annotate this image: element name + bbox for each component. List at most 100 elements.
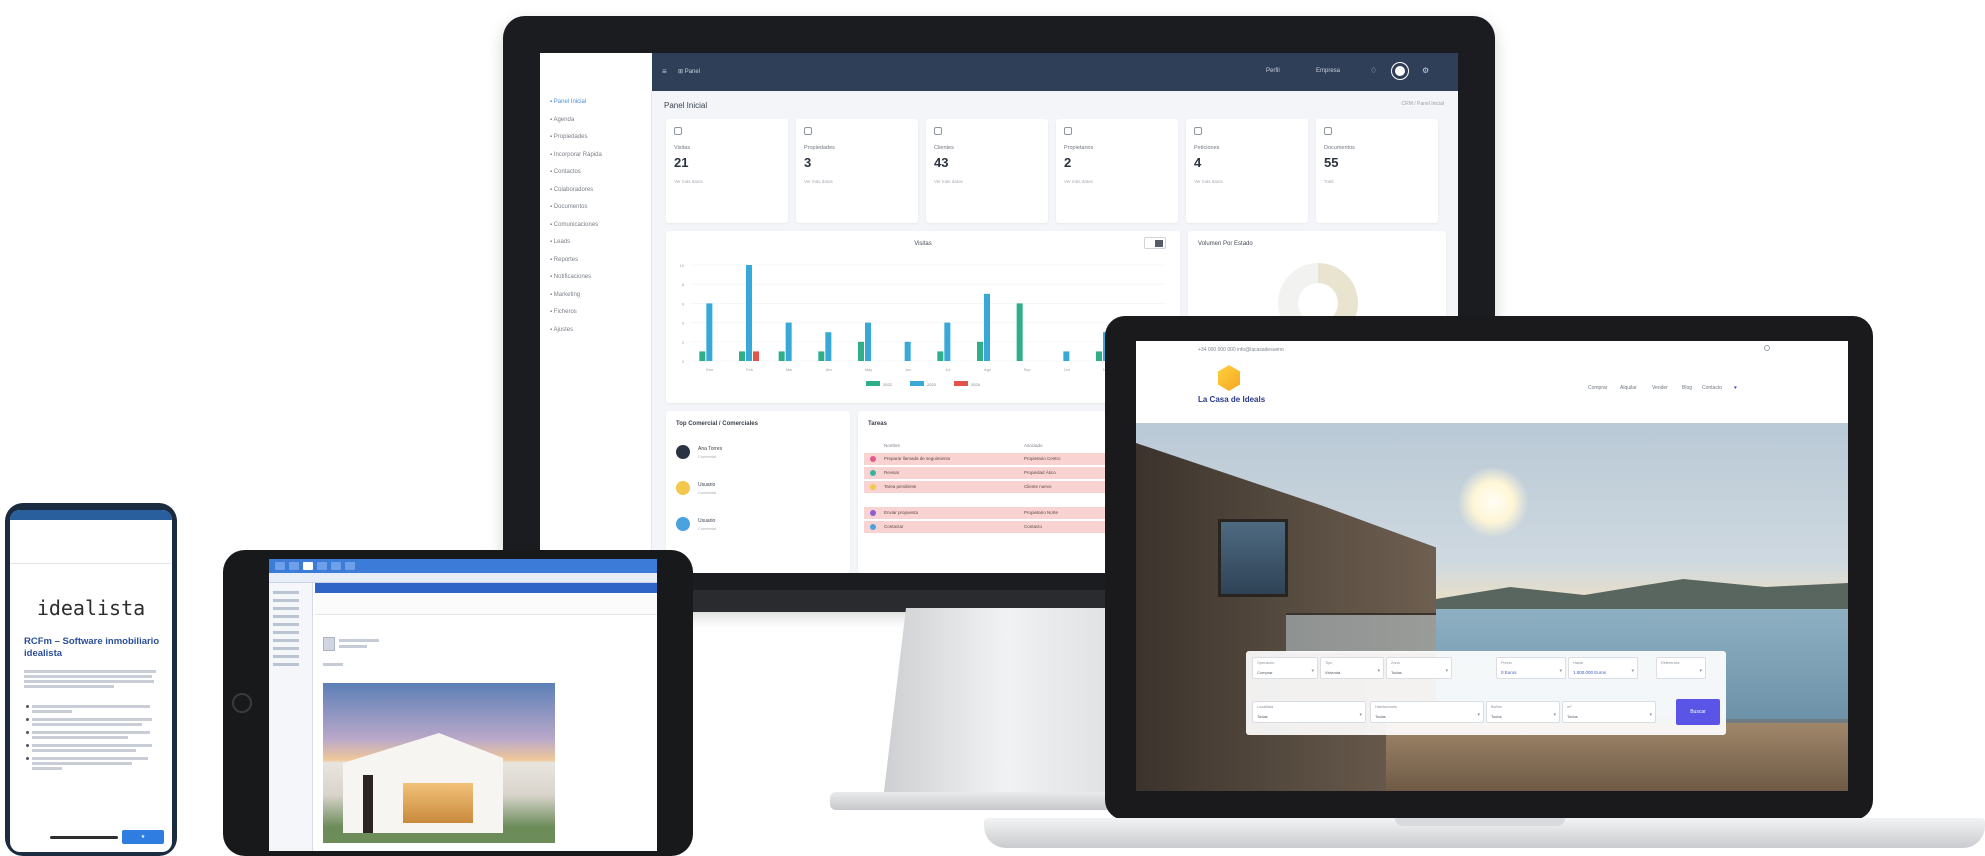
sidebar-item[interactable]: ▪ Ficheros: [550, 309, 577, 315]
legend-swatch[interactable]: [954, 381, 968, 386]
topbar-user[interactable]: Perfil: [1266, 68, 1280, 74]
sidebar-item[interactable]: ▪ Documentos: [550, 204, 587, 210]
task-row[interactable]: Contactar Contacto: [864, 521, 1138, 533]
toolbar-tab[interactable]: [331, 562, 341, 570]
task-row[interactable]: Tarea pendiente Cliente nuevo: [864, 481, 1138, 493]
stat-card[interactable]: Propiedades 3 Ver más datos: [796, 119, 918, 223]
stat-card[interactable]: Visitas 21 Ver más datos: [666, 119, 788, 223]
topbar-breadcrumb[interactable]: ⊞ Panel: [678, 68, 700, 75]
site-header: +34 000 000 000 info@lacasadesueno La Ca…: [1136, 341, 1848, 423]
topbar-company[interactable]: Empresa: [1316, 68, 1340, 74]
phone-status-bar: [10, 510, 172, 520]
search-field[interactable]: Habitaciones Todas ▾: [1370, 701, 1484, 723]
legend-swatch[interactable]: [910, 381, 924, 386]
y-tick-label: 4: [682, 321, 685, 326]
search-field[interactable]: Tipo Vivienda ▾: [1320, 657, 1384, 679]
bar-2022-Nov[interactable]: [1096, 351, 1102, 361]
toolbar-tab[interactable]: [275, 562, 285, 570]
settings-icon[interactable]: ⚙: [1422, 66, 1429, 75]
avatar[interactable]: [1392, 63, 1408, 79]
bell-icon[interactable]: ♢: [1370, 66, 1377, 75]
bullet: [26, 757, 29, 760]
bar-2022-Ene[interactable]: [699, 351, 706, 361]
bar-2023-Ago[interactable]: [984, 293, 990, 361]
bar-2022-Jul[interactable]: [937, 351, 944, 361]
toolbar-tab[interactable]: [289, 562, 299, 570]
bar-2023-Oct[interactable]: [1063, 351, 1070, 361]
search-field[interactable]: Hasta 1.000.000 Euros ▾: [1568, 657, 1638, 679]
stat-card[interactable]: Propietarios 2 Ver más datos: [1056, 119, 1178, 223]
hero-house-window: [1218, 519, 1288, 597]
toolbar-tab[interactable]: [317, 562, 327, 570]
stat-card[interactable]: Clientes 43 Ver más datos: [926, 119, 1048, 223]
sidebar-item[interactable]: ▪ Marketing: [550, 292, 580, 298]
bar-2022-May[interactable]: [858, 341, 864, 361]
chevron-down-icon: ▾: [1699, 668, 1702, 674]
sidebar-item[interactable]: ▪ Notificaciones: [550, 274, 591, 280]
phone-action-button[interactable]: ★: [122, 830, 164, 844]
breadcrumb: CRM / Panel Inicial: [1401, 101, 1444, 107]
stat-label: Propiedades: [804, 145, 835, 151]
stat-card[interactable]: Documentos 55 Total: [1316, 119, 1438, 223]
menu-item-alquilar[interactable]: Alquilar: [1620, 385, 1637, 391]
task-row[interactable]: Revisar Propiedad Ático: [864, 467, 1138, 479]
tablet-form-field[interactable]: [315, 595, 657, 615]
bar-2022-Sep[interactable]: [1016, 303, 1023, 361]
menu-item-blog[interactable]: Blog: [1682, 385, 1692, 391]
sidebar-item[interactable]: ▪ Ajustes: [550, 327, 573, 333]
search-field[interactable]: Zona Todas ▾: [1386, 657, 1452, 679]
toolbar-tab[interactable]: [303, 562, 313, 570]
sidebar-item[interactable]: ▪ Propiedades: [550, 134, 588, 140]
tablet-home-button[interactable]: [232, 693, 252, 713]
search-field[interactable]: Referencia ▾: [1656, 657, 1706, 679]
bar-2023-May[interactable]: [865, 322, 871, 361]
tasks-col-assoc: Asociado: [1024, 443, 1043, 448]
bar-2022-Abr[interactable]: [818, 351, 825, 361]
bar-2023-Ene[interactable]: [706, 303, 713, 361]
search-field[interactable]: m² Todos ▾: [1562, 701, 1656, 723]
search-field[interactable]: Operación Comprar ▾: [1252, 657, 1318, 679]
text-line: [24, 670, 156, 673]
bar-2022-Mar[interactable]: [778, 351, 785, 361]
site-logo-text[interactable]: La Casa de Ideals: [1198, 395, 1265, 404]
search-field-value: Comprar: [1257, 670, 1273, 675]
sidebar-item[interactable]: ▪ Reportes: [550, 257, 578, 263]
sidebar-item[interactable]: ▪ Comunicaciones: [550, 222, 598, 228]
stat-card[interactable]: Peticiones 4 Ver más datos: [1186, 119, 1308, 223]
sidebar-item[interactable]: ▪ Colaboradores: [550, 187, 593, 193]
search-field[interactable]: Baños Todos ▾: [1486, 701, 1560, 723]
bar-chart: 0246810EneFebMarAbrMayJunJulAgoSepOctNov…: [680, 263, 1166, 387]
text-line: [32, 723, 142, 726]
x-tick-label: Abr: [826, 367, 833, 372]
bar-2022-Feb[interactable]: [739, 351, 745, 361]
menu-item-contacto[interactable]: Contacto: [1702, 385, 1722, 391]
sidebar-item[interactable]: ▪ Contactos: [550, 169, 581, 175]
menu-item-comprar[interactable]: Comprar: [1588, 385, 1607, 391]
bar-2023-Feb[interactable]: [746, 265, 752, 361]
sidebar-item[interactable]: ▪ Agenda: [550, 117, 574, 123]
bar-2024-Feb[interactable]: [753, 351, 759, 361]
x-tick-label: Jun: [905, 367, 911, 372]
bar-2023-Jun[interactable]: [904, 341, 911, 361]
menu-item-vender[interactable]: Vender: [1652, 385, 1668, 391]
bullet: [26, 718, 29, 721]
menu-icon[interactable]: ≡: [662, 67, 667, 76]
task-row[interactable]: Enviar propuesta Propietario Norte: [864, 507, 1138, 519]
bar-2023-Mar[interactable]: [785, 322, 792, 361]
toolbar-tab[interactable]: [345, 562, 355, 570]
search-field[interactable]: Localidad Todas ▾: [1252, 701, 1366, 723]
sidebar-item[interactable]: ▪ Panel Inicial: [550, 99, 586, 105]
bar-2023-Abr[interactable]: [825, 332, 832, 361]
sidebar-item[interactable]: ▪ Leads: [550, 239, 570, 245]
legend-swatch[interactable]: [866, 381, 880, 386]
user-icon[interactable]: [1764, 345, 1770, 351]
sidebar-item[interactable]: ▪ Incorporar Rápida: [550, 152, 602, 158]
search-field-label: Baños: [1491, 705, 1502, 709]
stat-value: 4: [1194, 155, 1202, 170]
heart-icon[interactable]: ♥: [1734, 385, 1737, 391]
search-button[interactable]: Buscar: [1676, 699, 1720, 725]
search-field[interactable]: Precio 0 Euros ▾: [1496, 657, 1566, 679]
bar-2022-Ago[interactable]: [977, 341, 983, 361]
bar-2023-Jul[interactable]: [944, 322, 951, 361]
task-row[interactable]: Preparar llamada de seguimiento Propietar…: [864, 453, 1138, 465]
